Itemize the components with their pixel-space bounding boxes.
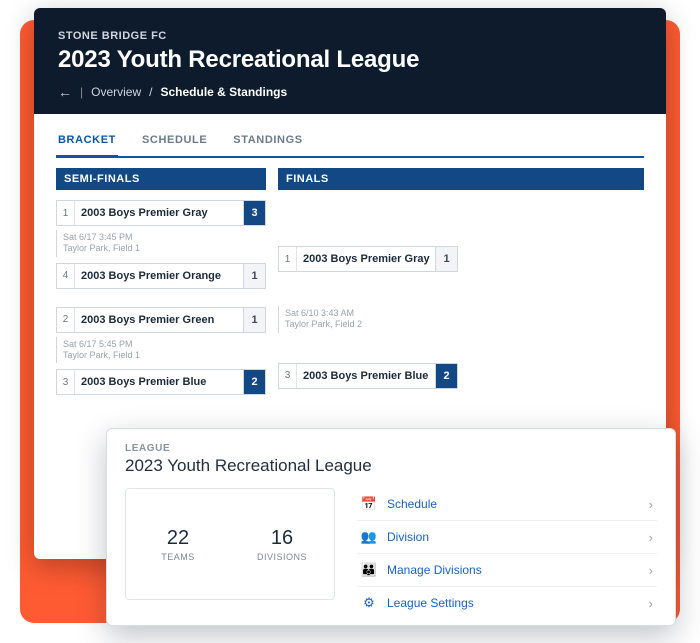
back-icon[interactable]: ← — [58, 84, 72, 100]
score: 1 — [243, 308, 265, 332]
semi-match-1: 1 2003 Boys Premier Gray 3 Sat 6/17 3:45… — [56, 200, 266, 293]
seed: 4 — [57, 264, 75, 288]
breadcrumb-overview[interactable]: Overview — [91, 85, 141, 99]
score: 2 — [435, 364, 457, 388]
seed: 1 — [279, 247, 297, 271]
chevron-right-icon: › — [649, 563, 653, 578]
team-name: 2003 Boys Premier Gray — [297, 247, 435, 271]
breadcrumb-current: Schedule & Standings — [160, 85, 287, 99]
tabs: BRACKET SCHEDULE STANDINGS — [56, 126, 644, 158]
league-card: LEAGUE 2023 Youth Recreational League 22… — [106, 428, 676, 626]
score: 3 — [243, 201, 265, 225]
match-meta: Sat 6/17 3:45 PM Taylor Park, Field 1 — [56, 230, 266, 257]
seed: 2 — [57, 308, 75, 332]
team-row[interactable]: 3 2003 Boys Premier Blue 2 — [278, 363, 458, 389]
page-title: 2023 Youth Recreational League — [58, 46, 642, 74]
link-league-settings[interactable]: ⚙ League Settings › — [357, 586, 657, 619]
header: STONE BRIDGE FC 2023 Youth Recreational … — [34, 8, 666, 114]
match-meta: Sat 6/17 5:45 PM Taylor Park, Field 1 — [56, 337, 266, 364]
match-meta: Sat 6/10 3:43 AM Taylor Park, Field 2 — [278, 306, 458, 333]
tab-standings[interactable]: STANDINGS — [231, 126, 304, 156]
team-row[interactable]: 3 2003 Boys Premier Blue 2 — [56, 369, 266, 395]
manage-icon: 👪 — [361, 562, 377, 578]
gear-icon: ⚙ — [361, 595, 377, 611]
league-label: LEAGUE — [125, 443, 657, 454]
score: 1 — [243, 264, 265, 288]
chevron-right-icon: › — [649, 530, 653, 545]
team-name: 2003 Boys Premier Orange — [75, 264, 243, 288]
chevron-right-icon: › — [649, 596, 653, 611]
stat-divisions: 16 DIVISIONS — [230, 489, 334, 599]
seed: 3 — [279, 364, 297, 388]
tab-bracket[interactable]: BRACKET — [56, 126, 118, 158]
semi-match-2: 2 2003 Boys Premier Green 1 Sat 6/17 5:4… — [56, 307, 266, 400]
team-row[interactable]: 1 2003 Boys Premier Gray 1 — [278, 246, 458, 272]
team-name: 2003 Boys Premier Green — [75, 308, 243, 332]
link-schedule[interactable]: 📅 Schedule › — [357, 488, 657, 520]
link-division[interactable]: 👥 Division › — [357, 520, 657, 553]
tab-schedule[interactable]: SCHEDULE — [140, 126, 209, 156]
division-icon: 👥 — [361, 529, 377, 545]
team-row[interactable]: 1 2003 Boys Premier Gray 3 — [56, 200, 266, 226]
round-headers: SEMI-FINALS FINALS — [56, 168, 644, 190]
stats-box: 22 TEAMS 16 DIVISIONS — [125, 488, 335, 600]
league-links: 📅 Schedule › 👥 Division › 👪 Manage Divis… — [357, 488, 657, 619]
score: 1 — [435, 247, 457, 271]
link-manage-divisions[interactable]: 👪 Manage Divisions › — [357, 553, 657, 586]
breadcrumb: ← | Overview / Schedule & Standings — [58, 84, 642, 100]
team-row[interactable]: 4 2003 Boys Premier Orange 1 — [56, 263, 266, 289]
org-name: STONE BRIDGE FC — [58, 30, 642, 42]
score: 2 — [243, 370, 265, 394]
team-row[interactable]: 2 2003 Boys Premier Green 1 — [56, 307, 266, 333]
round-semi-header: SEMI-FINALS — [56, 168, 266, 190]
seed: 1 — [57, 201, 75, 225]
league-title: 2023 Youth Recreational League — [125, 456, 657, 476]
round-finals-header: FINALS — [278, 168, 644, 190]
team-name: 2003 Boys Premier Gray — [75, 201, 243, 225]
calendar-icon: 📅 — [361, 496, 377, 512]
stat-teams: 22 TEAMS — [126, 489, 230, 599]
team-name: 2003 Boys Premier Blue — [297, 364, 435, 388]
team-name: 2003 Boys Premier Blue — [75, 370, 243, 394]
seed: 3 — [57, 370, 75, 394]
chevron-right-icon: › — [649, 497, 653, 512]
